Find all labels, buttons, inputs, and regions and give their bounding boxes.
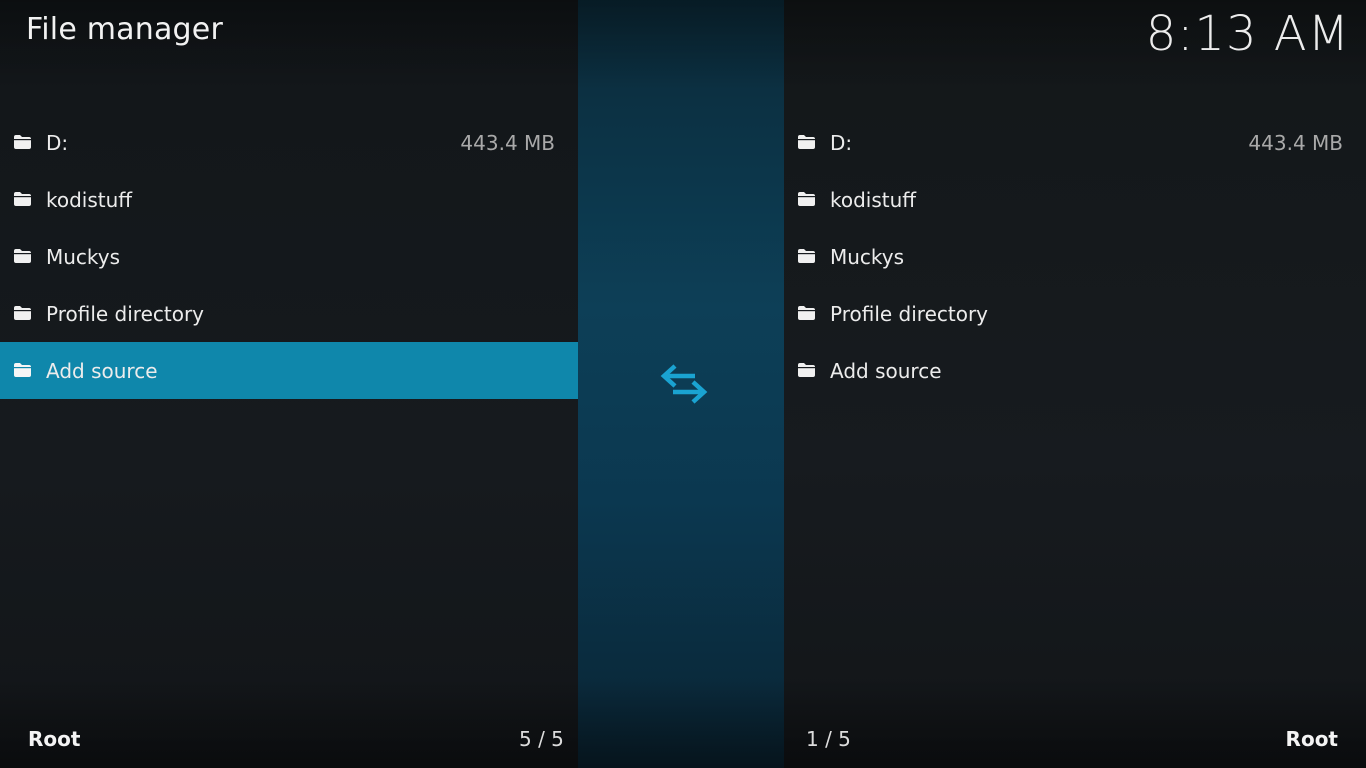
folder-icon <box>798 249 815 263</box>
folder-icon <box>14 135 31 149</box>
right-item-count: 1 / 5 <box>806 727 851 751</box>
list-item-label: kodistuff <box>830 187 917 212</box>
right-list-item-add-source[interactable]: Add source <box>784 342 1366 399</box>
left-item-count: 5 / 5 <box>519 727 564 751</box>
right-list-item-muckys[interactable]: Muckys <box>784 228 1366 285</box>
page-title: File manager <box>26 12 223 47</box>
list-item-label: Muckys <box>830 244 905 269</box>
folder-icon <box>798 192 815 206</box>
folder-icon <box>14 192 31 206</box>
left-file-list: D: 443.4 MB kodistuff Muckys Profile dir… <box>0 114 578 399</box>
right-file-list: D: 443.4 MB kodistuff Muckys Profile dir… <box>784 114 1366 399</box>
left-list-item-muckys[interactable]: Muckys <box>0 228 578 285</box>
right-path-label: Root <box>1285 727 1338 751</box>
folder-icon <box>798 135 815 149</box>
list-item-label: D: <box>830 130 853 155</box>
folder-icon <box>14 363 31 377</box>
list-item-label: Add source <box>830 358 942 383</box>
right-list-item-profile-directory[interactable]: Profile directory <box>784 285 1366 342</box>
list-item-label: Add source <box>46 358 158 383</box>
list-item-label: Profile directory <box>46 301 205 326</box>
swap-arrows-icon[interactable] <box>659 362 709 406</box>
list-item-size: 443.4 MB <box>1248 130 1343 155</box>
right-list-item-kodistuff[interactable]: kodistuff <box>784 171 1366 228</box>
left-list-item-kodistuff[interactable]: kodistuff <box>0 171 578 228</box>
left-list-item-add-source[interactable]: Add source <box>0 342 578 399</box>
left-list-item-d[interactable]: D: 443.4 MB <box>0 114 578 171</box>
left-list-item-profile-directory[interactable]: Profile directory <box>0 285 578 342</box>
list-item-label: kodistuff <box>46 187 133 212</box>
right-list-item-d[interactable]: D: 443.4 MB <box>784 114 1366 171</box>
folder-icon <box>14 306 31 320</box>
list-item-size: 443.4 MB <box>460 130 555 155</box>
left-path-label: Root <box>28 727 81 751</box>
folder-icon <box>798 306 815 320</box>
list-item-label: Muckys <box>46 244 121 269</box>
list-item-label: D: <box>46 130 69 155</box>
folder-icon <box>798 363 815 377</box>
folder-icon <box>14 249 31 263</box>
list-item-label: Profile directory <box>830 301 989 326</box>
clock: 8:13 AM <box>1145 6 1350 62</box>
file-manager-screen: File manager 8:13 AM D: 443.4 MB kodistu… <box>0 0 1366 768</box>
